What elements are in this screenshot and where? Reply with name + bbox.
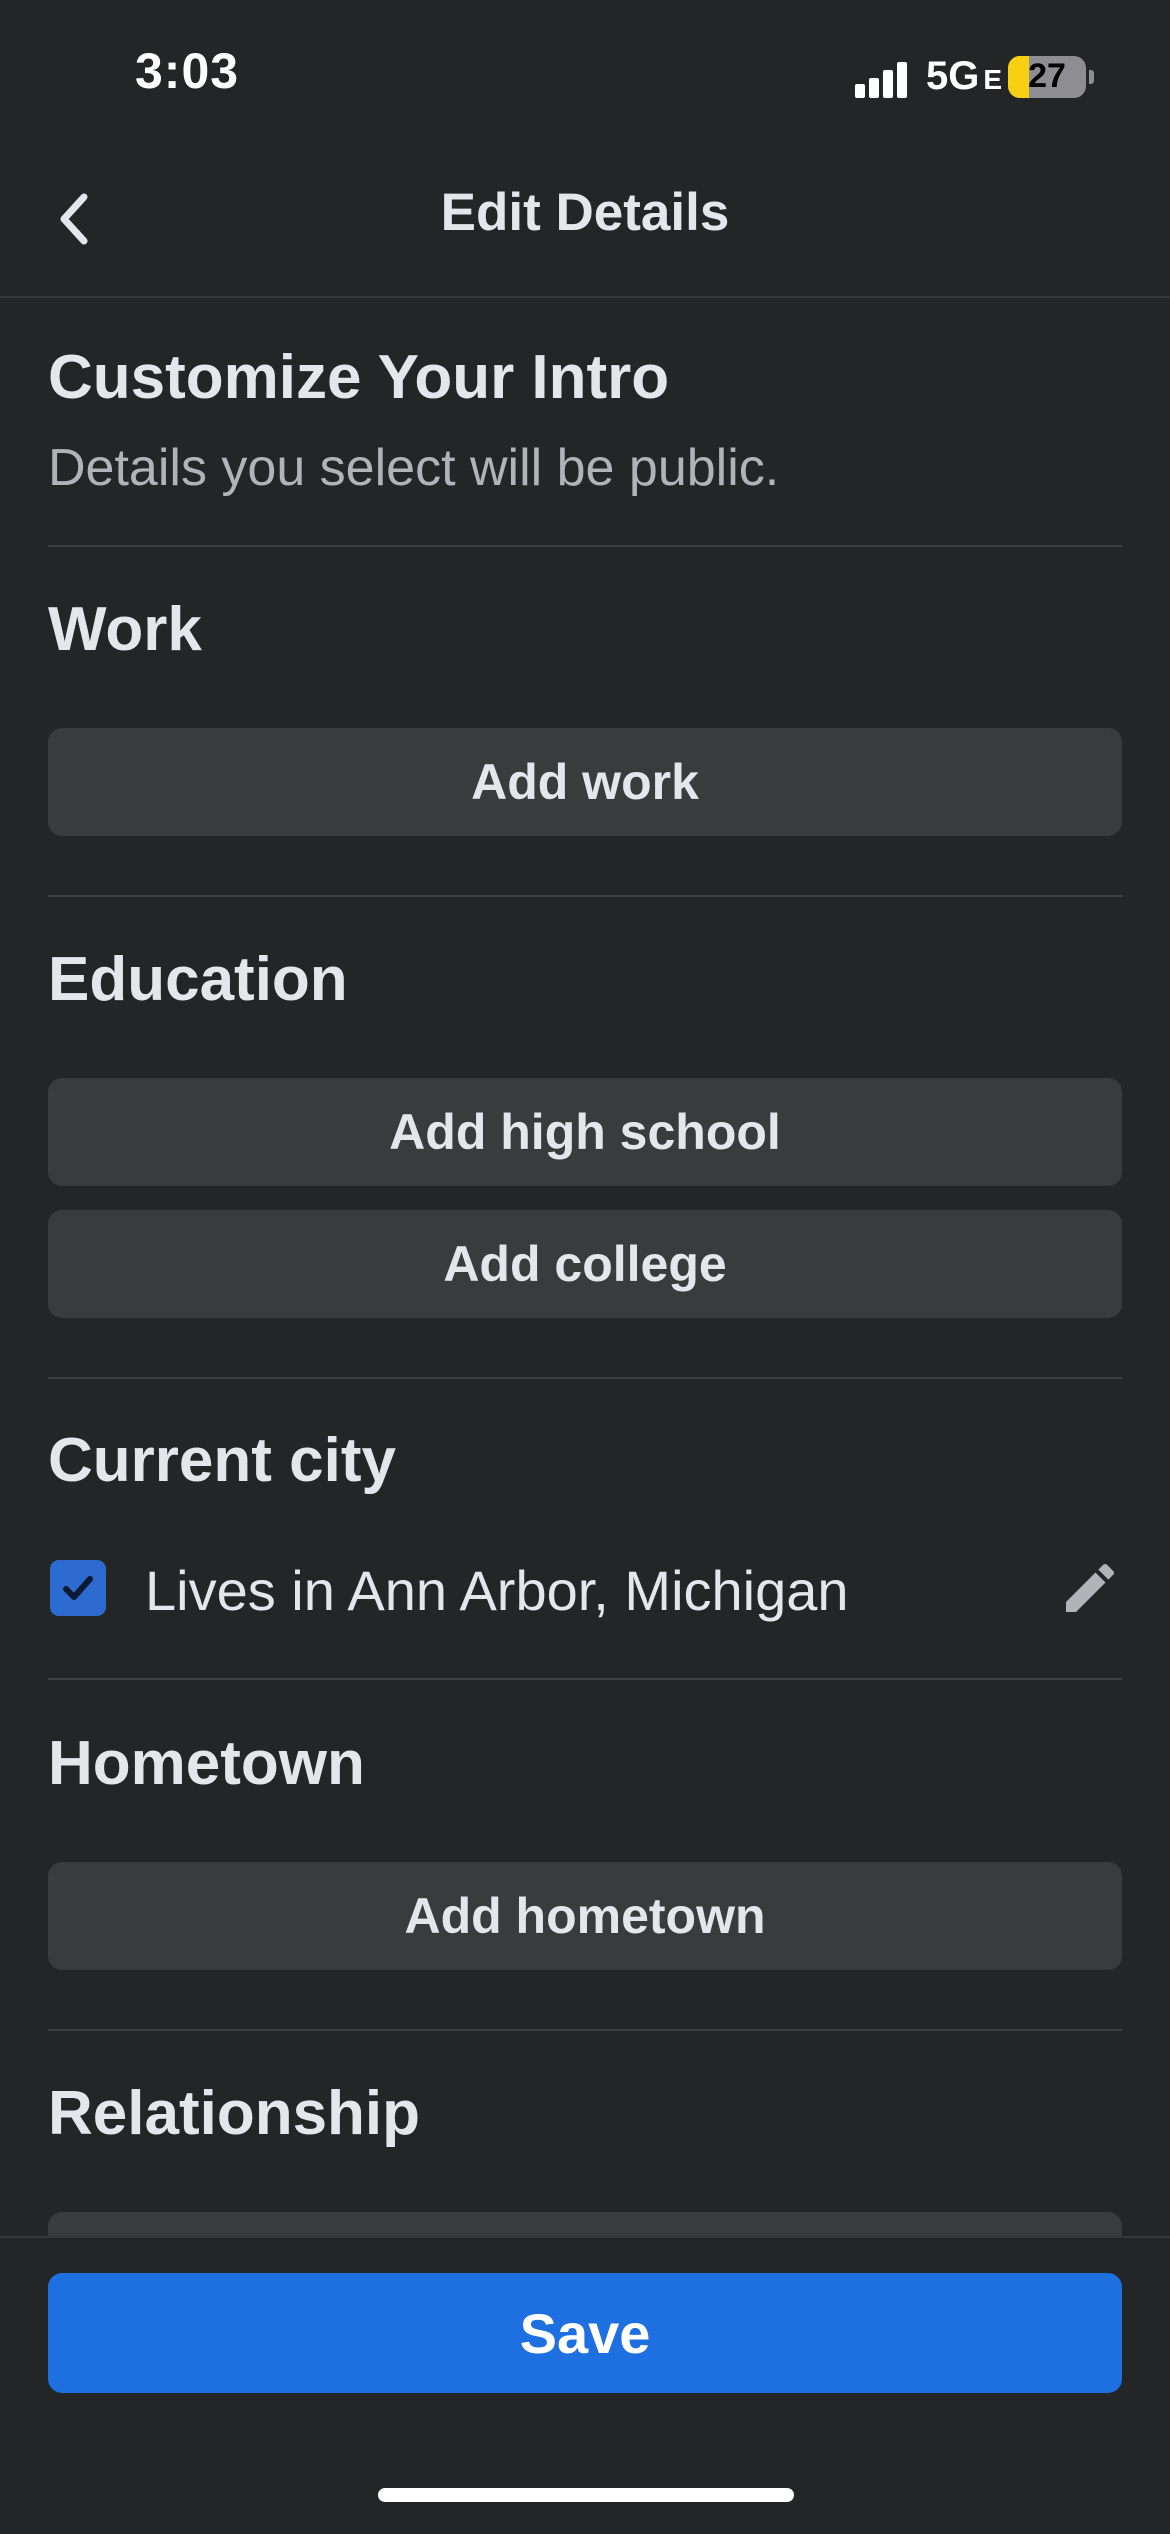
add-high-school-button[interactable]: Add high school: [48, 1078, 1122, 1186]
add-work-button[interactable]: Add work: [48, 728, 1122, 836]
battery-level: 27: [1028, 57, 1066, 95]
add-college-button[interactable]: Add college: [48, 1210, 1122, 1318]
nav-divider: [0, 296, 1170, 298]
battery-icon: 27: [1008, 56, 1086, 98]
cellular-signal-icon: [855, 58, 919, 98]
battery-tip: [1089, 70, 1094, 84]
section-divider: [48, 1678, 1122, 1680]
education-section-title: Education: [48, 945, 348, 1014]
hometown-section-title: Hometown: [48, 1729, 365, 1798]
current-city-checkbox[interactable]: [50, 1560, 106, 1616]
current-city-section-title: Current city: [48, 1426, 396, 1495]
pencil-icon[interactable]: [1058, 1556, 1122, 1620]
relationship-section-title: Relationship: [48, 2079, 421, 2148]
page-title: Edit Details: [440, 183, 730, 242]
section-divider: [48, 1377, 1122, 1379]
section-divider: [48, 2029, 1122, 2031]
section-divider: [48, 895, 1122, 897]
intro-subtitle: Details you select will be public.: [48, 439, 780, 497]
work-section-title: Work: [48, 595, 202, 664]
current-city-value: Lives in Ann Arbor, Michigan: [145, 1559, 849, 1622]
home-indicator: [378, 2488, 794, 2502]
checkmark-icon: [63, 1576, 93, 1600]
intro-heading: Customize Your Intro: [48, 343, 670, 412]
add-hometown-button[interactable]: Add hometown: [48, 1862, 1122, 1970]
save-button[interactable]: Save: [48, 2273, 1122, 2393]
network-type: 5G E: [926, 54, 1003, 98]
status-time: 3:03: [135, 43, 240, 99]
section-divider: [48, 545, 1122, 547]
